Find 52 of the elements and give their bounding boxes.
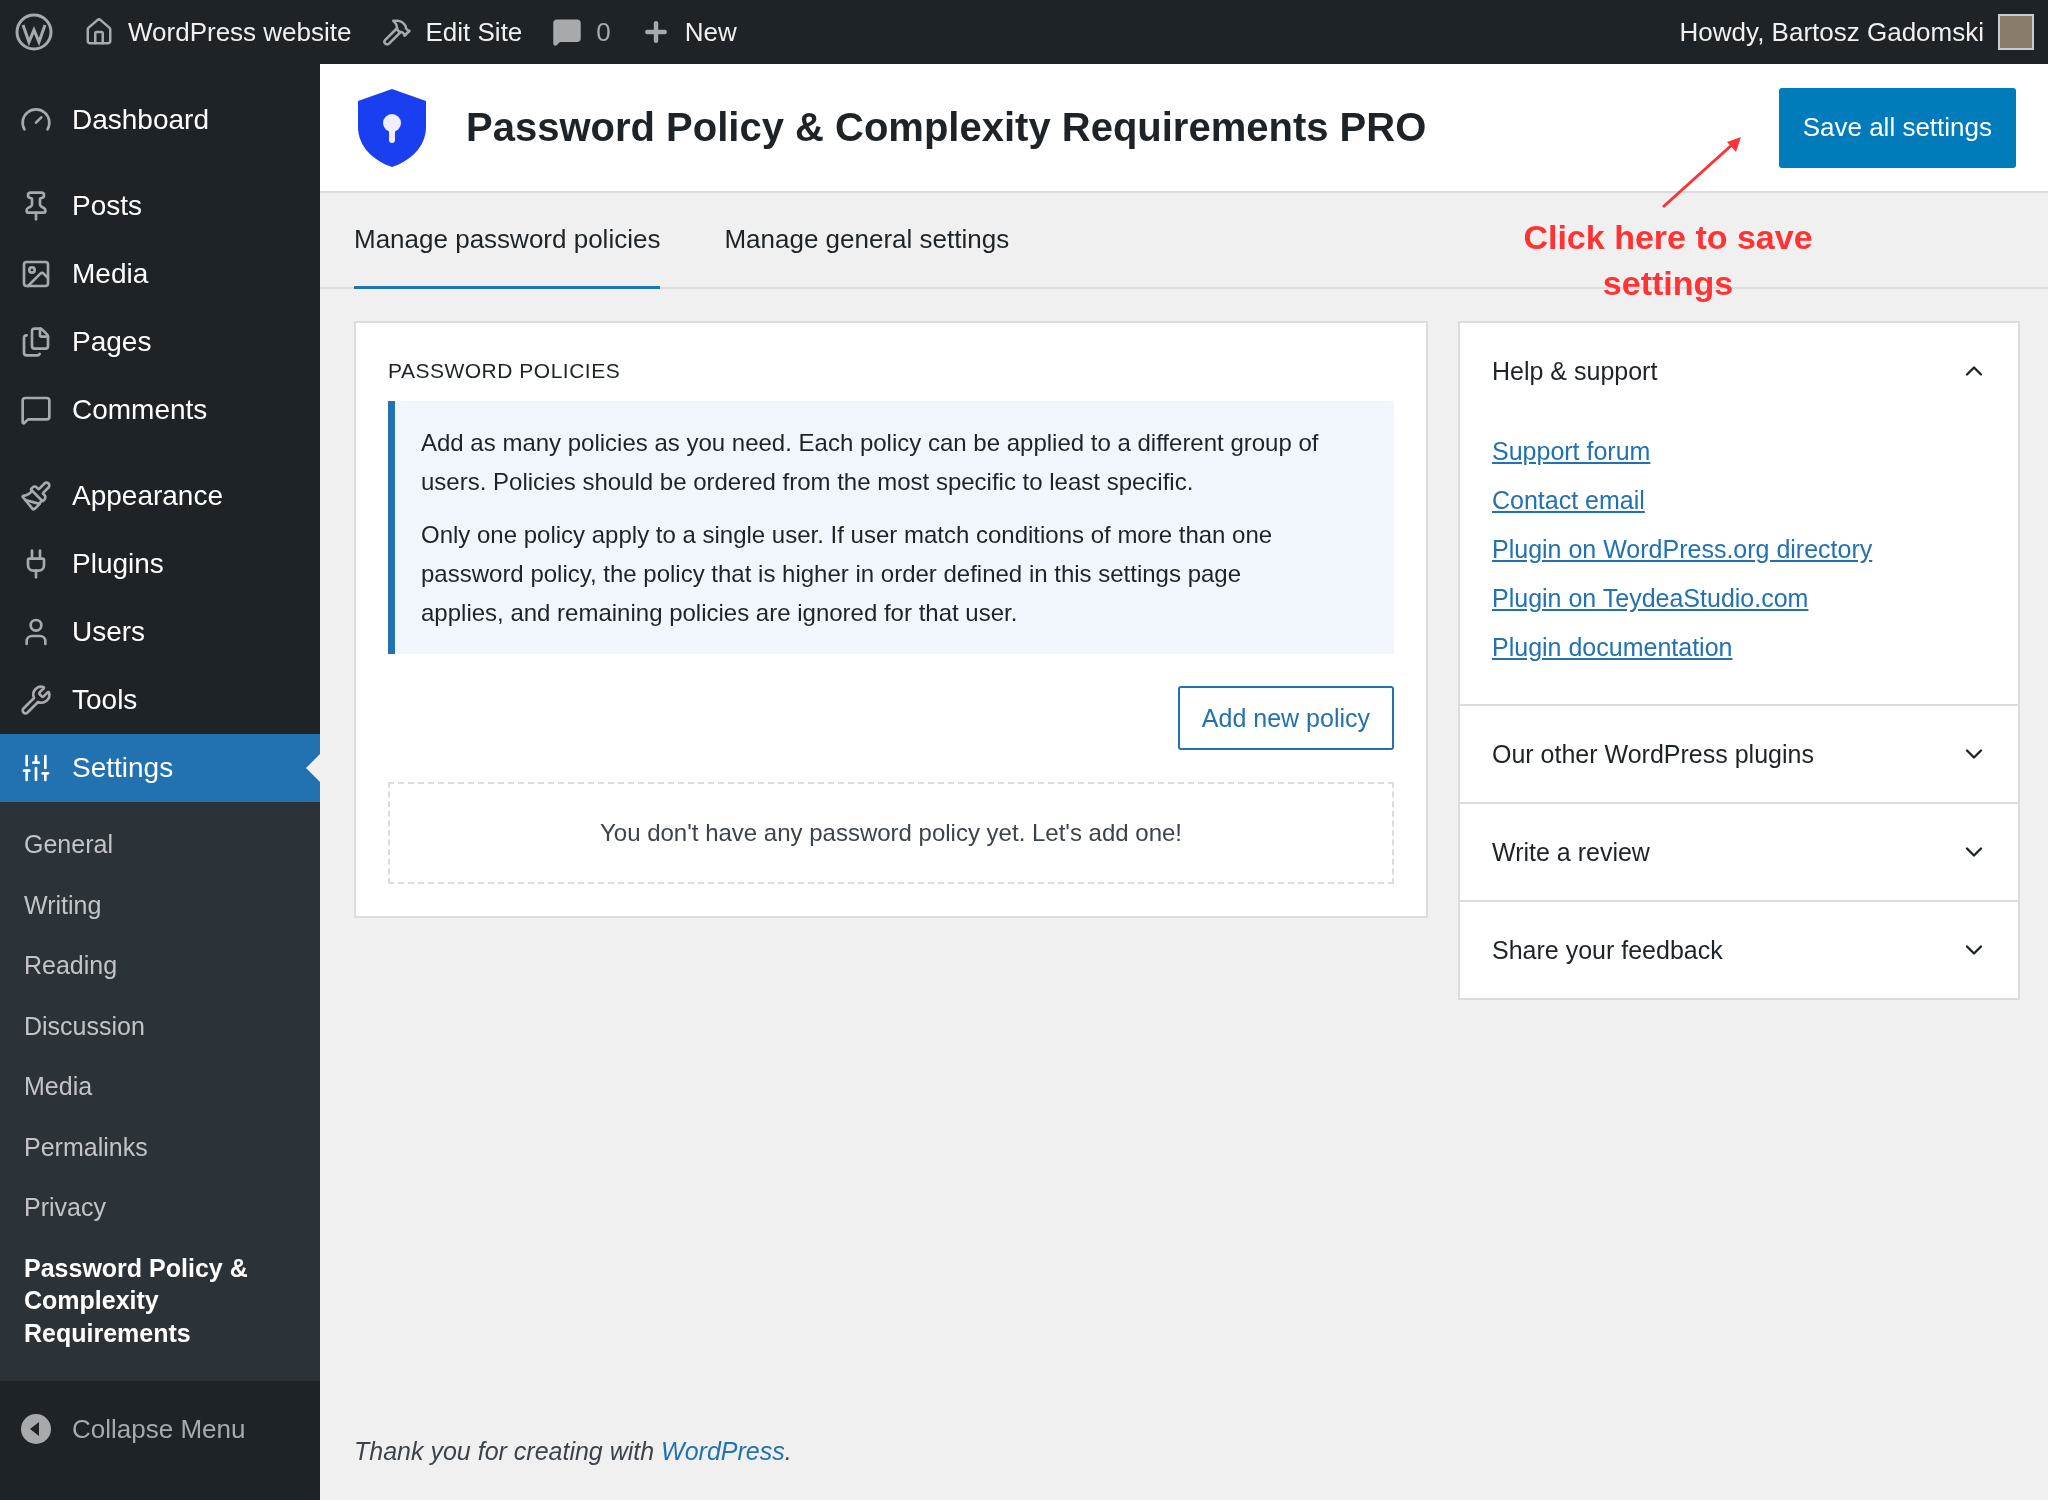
- accordion-header[interactable]: Write a review: [1460, 804, 2018, 900]
- submenu-item[interactable]: Privacy: [0, 1177, 320, 1238]
- wordpress-logo-icon[interactable]: [14, 12, 54, 52]
- comments-link[interactable]: 0: [552, 16, 611, 48]
- section-heading: PASSWORD POLICIES: [388, 359, 622, 383]
- notice-text: Add as many policies as you need. Each policy can be applied to a different group of users. Policies should be ordered from the most specific to least specific.: [421, 428, 1320, 497]
- tab[interactable]: Manage general settings: [724, 193, 1010, 289]
- menu-item[interactable]: Pages: [0, 308, 320, 376]
- empty-state-message: You don't have any password policy yet. Let's add one!: [388, 782, 1394, 884]
- help-link[interactable]: Plugin on TeydeaStudio.com: [1492, 584, 1809, 613]
- help-link[interactable]: Plugin documentation: [1492, 633, 1733, 662]
- submenu-item[interactable]: Writing: [0, 874, 320, 935]
- menu-item[interactable]: Users: [0, 598, 320, 666]
- avatar: [1998, 14, 2034, 50]
- save-all-settings-button[interactable]: Save all settings: [1778, 87, 2016, 168]
- site-name-link[interactable]: WordPress website: [84, 16, 352, 48]
- menu-item[interactable]: Appearance: [0, 462, 320, 530]
- edit-site-link[interactable]: Edit Site: [381, 16, 523, 48]
- submenu-item[interactable]: General: [0, 814, 320, 875]
- menu-item[interactable]: Dashboard: [0, 86, 320, 154]
- menu-item[interactable]: Plugins: [0, 530, 320, 598]
- wordpress-link[interactable]: WordPress: [661, 1437, 785, 1465]
- footer-text: Thank you for creating with WordPress.: [353, 1437, 793, 1467]
- submenu-item[interactable]: Discussion: [0, 995, 320, 1056]
- submenu-item[interactable]: Password Policy & Complexity Requirements: [0, 1237, 320, 1363]
- page-title: Password Policy & Complexity Requirements PRO: [466, 105, 1428, 150]
- accordion-header[interactable]: Help & support: [1460, 323, 2018, 419]
- help-link[interactable]: Support forum: [1492, 437, 1651, 466]
- accordion-header[interactable]: Share your feedback: [1460, 902, 2018, 998]
- hammer-icon: [381, 17, 412, 47]
- menu-item[interactable]: Media: [0, 240, 320, 308]
- notice-text: Only one policy apply to a single user. If user match conditions of more than one password policy, the policy that is higher in order defined in this settings page applies, and remaining policies are ignored for that user.: [421, 520, 1274, 628]
- menu-item[interactable]: Settings: [0, 734, 320, 802]
- submenu-item[interactable]: Permalinks: [0, 1116, 320, 1177]
- help-link[interactable]: Contact email: [1492, 486, 1645, 515]
- tab[interactable]: Manage password policies: [354, 193, 661, 289]
- accordion-header[interactable]: Our other WordPress plugins: [1460, 706, 2018, 802]
- menu-item[interactable]: Posts: [0, 172, 320, 240]
- submenu-item[interactable]: Reading: [0, 935, 320, 996]
- menu-item[interactable]: Tools: [0, 666, 320, 734]
- submenu-item[interactable]: Media: [0, 1056, 320, 1117]
- collapse-menu-button[interactable]: Collapse Menu: [0, 1399, 320, 1459]
- collapse-icon: [20, 1413, 52, 1445]
- account-greeting[interactable]: Howdy, Bartosz Gadomski: [1679, 14, 2034, 50]
- annotation-text: Click here to save settings: [1522, 217, 1814, 304]
- help-link[interactable]: Plugin on WordPress.org directory: [1492, 535, 1873, 564]
- comment-icon: [552, 17, 583, 47]
- current-page-notch: [306, 754, 320, 782]
- new-link[interactable]: New: [640, 16, 737, 48]
- home-icon: [84, 17, 114, 47]
- menu-item[interactable]: Comments: [0, 376, 320, 444]
- add-new-policy-button[interactable]: Add new policy: [1177, 686, 1394, 750]
